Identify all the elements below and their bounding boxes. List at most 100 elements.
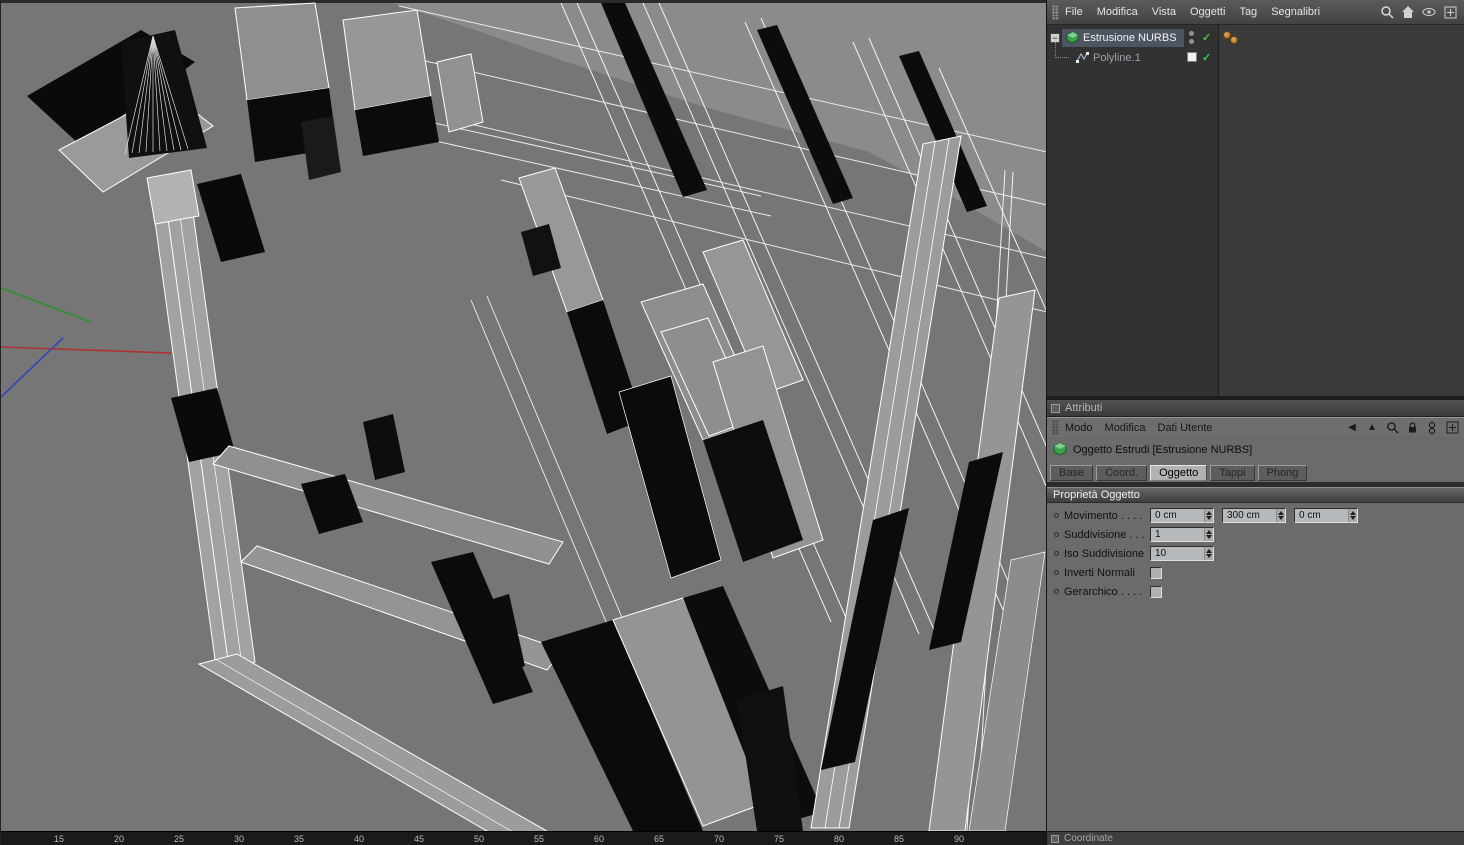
up-arrow-icon[interactable]: ▲ — [1364, 420, 1380, 436]
coordinates-panel-header[interactable]: Coordinate — [1047, 831, 1464, 845]
spinner-up-icon[interactable] — [1350, 511, 1356, 515]
search-icon[interactable] — [1379, 4, 1395, 20]
input-movimento[interactable]: 0 cm — [1150, 508, 1214, 523]
parameter-bullet — [1054, 551, 1059, 556]
input-suddivisione[interactable]: 1 — [1150, 527, 1214, 542]
attr-menu-dati-utente[interactable]: Dati Utente — [1158, 422, 1213, 434]
attribute-object-title: Oggetto Estrudi [Estrusione NURBS] — [1073, 443, 1253, 456]
parameter-bullet — [1054, 513, 1059, 518]
tab-base[interactable]: Base — [1050, 465, 1094, 481]
attr-menu-modifica[interactable]: Modifica — [1105, 422, 1146, 434]
lock-icon[interactable] — [1404, 420, 1420, 436]
panel-icon — [1051, 834, 1059, 843]
om-menu-file[interactable]: File — [1065, 6, 1083, 18]
spinner-arrows[interactable] — [1204, 509, 1213, 522]
om-menu-vista[interactable]: Vista — [1152, 6, 1176, 18]
spinner-arrows[interactable] — [1276, 509, 1285, 522]
field-inverti-normali: Inverti Normali — [1047, 563, 1464, 582]
field-value[interactable]: 10 — [1151, 547, 1204, 560]
field-value[interactable]: 300 cm — [1223, 509, 1276, 522]
search-icon[interactable] — [1384, 420, 1400, 436]
eye-icon[interactable] — [1421, 4, 1437, 20]
visibility-override-swatch[interactable] — [1187, 52, 1197, 62]
history-icon[interactable] — [1424, 420, 1440, 436]
om-menu-tag[interactable]: Tag — [1239, 6, 1257, 18]
spinner-up-icon[interactable] — [1206, 511, 1212, 515]
render-visibility-dot[interactable] — [1189, 39, 1194, 44]
tab-coord[interactable]: Coord. — [1096, 465, 1148, 481]
spinner-up-icon[interactable] — [1206, 549, 1212, 553]
field-value[interactable]: 0 cm — [1151, 509, 1204, 522]
ruler-number: 90 — [953, 834, 964, 844]
checkbox-inverti-normali[interactable] — [1150, 566, 1162, 579]
ruler-number: 60 — [593, 834, 604, 844]
ruler-number: 20 — [113, 834, 124, 844]
panel-grip-icon[interactable] — [1052, 420, 1059, 435]
field-label: Movimento . . . . — [1064, 509, 1143, 522]
ruler-number: 45 — [413, 834, 424, 844]
add-panel-icon[interactable] — [1442, 4, 1458, 20]
ruler-number: 35 — [293, 834, 304, 844]
om-menu-oggetti[interactable]: Oggetti — [1190, 6, 1225, 18]
tab-phong[interactable]: Phong — [1257, 465, 1308, 481]
spinner-down-icon[interactable] — [1206, 554, 1212, 558]
tree-connector — [1055, 42, 1069, 58]
spinner-arrows[interactable] — [1204, 528, 1213, 541]
input-movimento[interactable]: 0 cm — [1294, 508, 1358, 523]
spinner-arrows[interactable] — [1204, 547, 1213, 560]
checkbox-gerarchico[interactable] — [1150, 585, 1162, 598]
section-header[interactable]: Proprietà Oggetto — [1047, 487, 1464, 503]
spinner-down-icon[interactable] — [1206, 516, 1212, 520]
spline-icon — [1075, 50, 1089, 67]
spinner-down-icon[interactable] — [1350, 516, 1356, 520]
tree-row-polyline[interactable]: Polyline.1 ✓ — [1047, 42, 1464, 68]
object-name[interactable]: Estrusione NURBS — [1083, 32, 1177, 44]
field-movimento: Movimento . . . . 0 cm 300 cm 0 cm — [1047, 506, 1464, 525]
tree-row-estrusione-nurbs[interactable]: − Estrusione NURBS ✓ — [1047, 28, 1464, 48]
attr-menu-modo[interactable]: Modo — [1065, 422, 1093, 434]
attributes-menu: Modo Modifica Dati Utente — [1065, 422, 1213, 434]
object-tree: − Estrusione NURBS ✓ Polyline.1 ✓ — [1047, 25, 1464, 396]
new-panel-icon[interactable] — [1444, 420, 1460, 436]
ruler-number: 15 — [53, 834, 64, 844]
home-icon[interactable] — [1400, 4, 1416, 20]
om-menu-modifica[interactable]: Modifica — [1097, 6, 1138, 18]
attribute-tabs: Base Coord. Oggetto Tappi Phong — [1047, 462, 1464, 482]
field-label: Iso Suddivisione — [1064, 547, 1145, 560]
om-menu-segnalibri[interactable]: Segnalibri — [1271, 6, 1320, 18]
editor-visibility-dot[interactable] — [1189, 31, 1194, 36]
phong-tag-icon[interactable] — [1230, 36, 1238, 44]
field-value[interactable]: 0 cm — [1295, 509, 1348, 522]
panel-grip-icon[interactable] — [1052, 4, 1059, 20]
ruler-number: 25 — [173, 834, 184, 844]
object-name[interactable]: Polyline.1 — [1093, 52, 1141, 64]
viewport-3d[interactable]: 15 20 25 30 35 40 45 50 55 60 65 70 75 80 85 90 — [0, 0, 1047, 845]
tab-tappi[interactable]: Tappi — [1210, 465, 1255, 481]
tab-oggetto[interactable]: Oggetto — [1150, 465, 1208, 481]
spinner-down-icon[interactable] — [1278, 516, 1284, 520]
panel-icon — [1051, 403, 1060, 413]
selected-object-row[interactable]: Estrusione NURBS — [1062, 29, 1184, 47]
enabled-check-icon[interactable]: ✓ — [1202, 33, 1211, 44]
viewport-canvas[interactable] — [1, 0, 1047, 831]
input-movimento[interactable]: 300 cm — [1222, 508, 1286, 523]
spinner-up-icon[interactable] — [1206, 530, 1212, 534]
enabled-check-icon[interactable]: ✓ — [1202, 53, 1211, 64]
field-label: Suddivisione . . . — [1064, 528, 1145, 541]
attributes-panel-header[interactable]: Attributi — [1047, 400, 1464, 417]
field-label: Inverti Normali — [1064, 566, 1135, 579]
field-label: Gerarchico . . . . — [1064, 585, 1143, 598]
back-arrow-icon[interactable]: ◀ — [1344, 420, 1360, 436]
field-value[interactable]: 1 — [1151, 528, 1204, 541]
ruler-number: 65 — [653, 834, 664, 844]
extrude-nurbs-icon — [1052, 441, 1067, 459]
attributes-panel-title: Attributi — [1065, 402, 1103, 414]
field-suddivisione: Suddivisione . . . 1 — [1047, 525, 1464, 544]
spinner-down-icon[interactable] — [1206, 535, 1212, 539]
viewport-ruler[interactable]: 15 20 25 30 35 40 45 50 55 60 65 70 75 80 85 90 — [1, 831, 1047, 845]
spinner-up-icon[interactable] — [1278, 511, 1284, 515]
spinner-arrows[interactable] — [1348, 509, 1357, 522]
input-iso-suddivisione[interactable]: 10 — [1150, 546, 1214, 561]
ruler-number: 75 — [773, 834, 784, 844]
parameter-bullet — [1054, 589, 1059, 594]
